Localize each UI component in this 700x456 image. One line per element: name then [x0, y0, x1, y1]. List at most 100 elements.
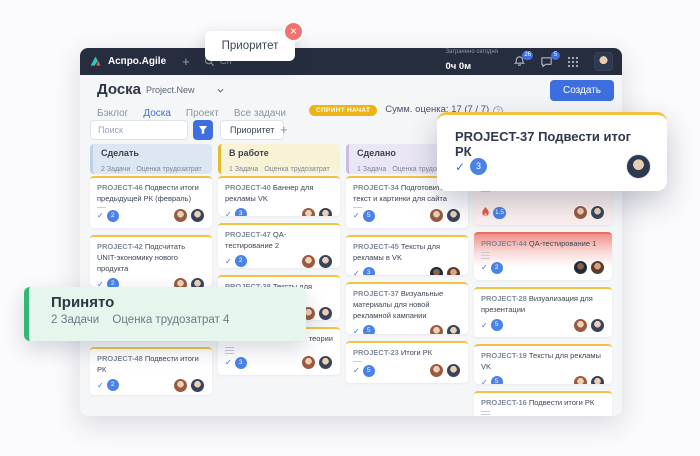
board-select-dropdown[interactable]: Project.New — [146, 85, 224, 95]
board-column: В работе1 ЗадачаОценка трудозатрат 3PROJ… — [218, 144, 340, 174]
avatar — [173, 208, 188, 223]
priority-filter-chip[interactable]: Приоритет — [220, 120, 284, 140]
filter-button[interactable] — [193, 120, 213, 140]
priority-tooltip-text: Приоритет — [222, 40, 279, 52]
task-code: PROJECT-40 — [225, 183, 271, 192]
check-icon: ✓ — [97, 381, 104, 390]
assignee-avatars — [301, 355, 333, 370]
check-icon: ✓ — [455, 160, 465, 174]
task-card[interactable]: PROJECT-28Визуализация для презентации ✓5 — [474, 287, 612, 337]
chevron-down-icon — [217, 88, 224, 93]
check-icon: ✓ — [353, 211, 360, 220]
task-title: PROJECT-37Визуальные материалы для новой… — [353, 289, 461, 322]
avatar — [446, 208, 461, 223]
task-title: PROJECT-42Подсчитать UNIT-экономику ново… — [97, 242, 205, 275]
task-title: PROJECT-28Визуализация для презентации — [481, 294, 605, 316]
app-window: Аспро.Agile + Сп Затрачено сегодня 0ч 0м… — [80, 48, 622, 416]
add-icon[interactable]: + — [182, 55, 190, 68]
task-title: PROJECT-44QA-тестирование 1 — [481, 239, 605, 250]
avatar — [173, 378, 188, 393]
avatar — [429, 324, 444, 334]
create-button[interactable]: Создать — [550, 80, 614, 101]
task-code: PROJECT-48 — [97, 354, 143, 363]
card-popup[interactable]: PROJECT-37 Подвести итог РК ✓ 3 — [437, 112, 667, 191]
column-cards: PROJECT-34Подготовить текст и картинки д… — [346, 176, 468, 383]
estimate-badge: 1.5 — [493, 207, 506, 219]
estimate-badge: 2 — [107, 278, 119, 287]
task-card[interactable]: PROJECT-23Итоги РК ✓5 — [346, 341, 468, 383]
avatar — [301, 355, 316, 370]
notifications-button[interactable]: 26 — [513, 55, 527, 69]
check-icon: ✓ — [353, 366, 360, 375]
task-code: PROJECT-34 — [353, 183, 399, 192]
task-card[interactable]: PROJECT-45Тексты для рекламы в VK✓3 — [346, 235, 468, 275]
time-tracker: Затрачено сегодня 0ч 0м — [445, 49, 498, 73]
desktop-background: Аспро.Agile + Сп Затрачено сегодня 0ч 0м… — [0, 0, 700, 456]
task-card[interactable]: PROJECT-37Визуальные материалы для новой… — [346, 282, 468, 334]
estimate-badge: 5 — [363, 210, 375, 222]
column-name: Сделать — [101, 148, 204, 158]
task-card-footer: ✓5 — [353, 324, 461, 334]
task-card-footer: ✓5 — [481, 318, 605, 333]
avatar — [573, 205, 588, 220]
task-code: PROJECT-45 — [353, 242, 399, 251]
assignee-avatars — [173, 208, 205, 223]
assignee-avatars — [301, 207, 333, 216]
avatar — [590, 375, 605, 384]
estimate-badge: 5 — [491, 319, 503, 331]
description-icon — [481, 252, 490, 259]
task-card[interactable]: PROJECT-40Баннер для рекламы VK✓3 — [218, 176, 340, 216]
estimate-badge: 3 — [363, 267, 375, 275]
search-input[interactable] — [90, 120, 188, 140]
app-header-bar: Аспро.Agile + Сп Затрачено сегодня 0ч 0м… — [80, 48, 622, 75]
task-code: PROJECT-37 — [353, 289, 399, 298]
task-card[interactable]: PROJECT-48Подвести итоги РК✓2 — [90, 347, 212, 395]
column-task-count: 1 Задача — [357, 166, 386, 173]
task-title: PROJECT-16Подвести итоги РК — [481, 398, 605, 409]
column-popup-accepted: Принято 2 Задачи Оценка трудозатрат 4 — [24, 287, 306, 341]
avatar — [190, 208, 205, 223]
task-title: PROJECT-19Тексты для рекламы VK — [481, 351, 605, 373]
task-card[interactable]: PROJECT-19Тексты для рекламы VK✓5 — [474, 344, 612, 384]
check-icon: ✓ — [481, 263, 488, 272]
time-tracker-label: Затрачено сегодня — [445, 49, 498, 56]
messages-button[interactable]: 5 — [540, 55, 554, 69]
assignee-avatars — [173, 378, 205, 393]
task-code: PROJECT-46 — [97, 183, 143, 192]
task-code: PROJECT-42 — [97, 242, 143, 251]
grid-icon — [567, 56, 579, 68]
task-card[interactable]: PROJECT-42Подсчитать UNIT-экономику ново… — [90, 235, 212, 287]
avatar — [429, 363, 444, 378]
task-card-footer: 1.5 — [481, 205, 605, 220]
task-card[interactable]: PROJECT-16Подвести итоги РК — [474, 391, 612, 416]
task-card-footer: ✓5 — [353, 363, 461, 378]
check-icon: ✓ — [225, 358, 232, 367]
add-filter-button[interactable]: + — [280, 122, 288, 137]
column-name: В работе — [229, 148, 332, 158]
apps-menu-button[interactable] — [567, 55, 581, 69]
messages-badge: 5 — [551, 51, 560, 60]
task-title: PROJECT-23Итоги РК — [353, 348, 461, 359]
avatar — [573, 260, 588, 275]
user-avatar[interactable] — [594, 52, 613, 71]
close-icon[interactable]: × — [283, 21, 304, 42]
task-card[interactable]: PROJECT-46Подвести итоги предыдущей РК (… — [90, 176, 212, 228]
task-code: PROJECT-47 — [225, 230, 271, 239]
assignee-avatars — [573, 318, 605, 333]
task-card[interactable]: PROJECT-47QA-тестирование 2✓2 — [218, 223, 340, 268]
avatar — [590, 205, 605, 220]
estimate-badge: 3 — [235, 357, 247, 369]
task-card-footer: ✓3 — [353, 266, 461, 275]
sprint-status-badge: СПРИНТ НАЧАТ — [309, 105, 377, 116]
task-card[interactable]: PROJECT-44QA-тестирование 1✓2 — [474, 232, 612, 280]
avatar — [318, 306, 333, 320]
avatar — [301, 207, 316, 216]
check-icon: ✓ — [225, 210, 232, 216]
task-code: PROJECT-28 — [481, 294, 527, 303]
avatar — [429, 266, 444, 275]
check-icon: ✓ — [481, 321, 488, 330]
avatar — [446, 266, 461, 275]
avatar — [590, 260, 605, 275]
description-icon — [481, 411, 490, 416]
card-popup-footer: ✓ 3 — [455, 154, 651, 179]
